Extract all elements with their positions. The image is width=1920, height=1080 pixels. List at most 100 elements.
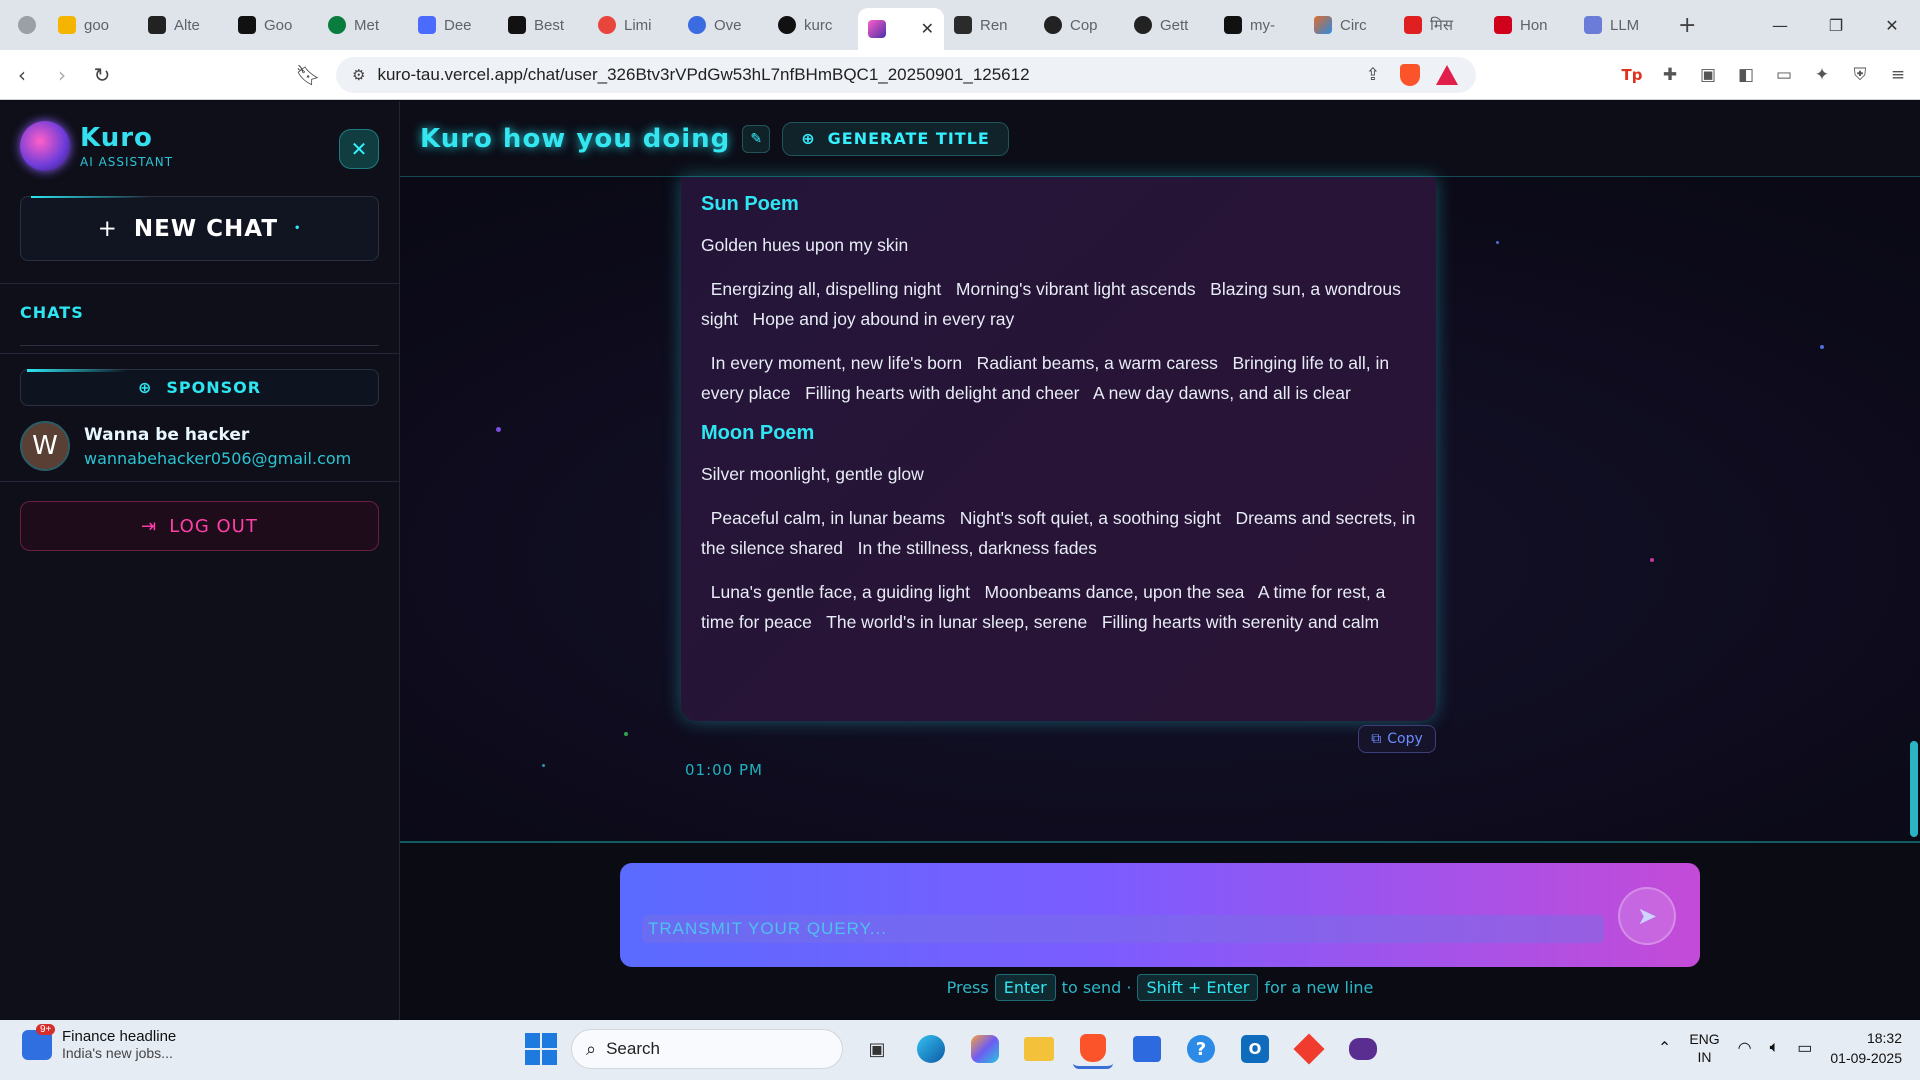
extensions-icon[interactable]: ✚ (1658, 63, 1682, 87)
favicon-icon (1224, 16, 1242, 34)
chat-scrollbar[interactable] (1910, 741, 1918, 837)
browser-tab[interactable]: Best (498, 7, 588, 43)
browser-tab[interactable]: Goo (228, 7, 318, 43)
browser-tab-strip: goo Alte Goo Met Dee Best Limi Ove kurc … (0, 0, 1920, 50)
close-icon: ✕ (350, 137, 368, 161)
edge-icon[interactable] (911, 1029, 951, 1069)
browser-tab-active[interactable]: ✕ (858, 8, 944, 50)
favicon-icon (688, 16, 706, 34)
logout-label: LOG OUT (169, 515, 258, 537)
tab-label: Hon (1520, 16, 1548, 34)
news-subtitle: India's new jobs... (62, 1045, 173, 1061)
browser-profile-icon[interactable] (8, 7, 48, 43)
screenshot-icon[interactable]: ▣ (1696, 63, 1720, 87)
file-explorer-icon[interactable] (1019, 1029, 1059, 1069)
browser-tab[interactable]: Hon (1484, 7, 1574, 43)
start-icon[interactable] (525, 1033, 557, 1065)
browser-tab[interactable]: Ren (944, 7, 1034, 43)
message-timestamp: 01:00 PM (685, 761, 763, 779)
tab-label: Ren (980, 16, 1008, 34)
browser-tab[interactable]: Cop (1034, 7, 1124, 43)
browser-tab[interactable]: Gett (1124, 7, 1214, 43)
close-tab-icon[interactable]: ✕ (921, 19, 934, 39)
chevron-up-icon[interactable]: ⌃ (1658, 1038, 1671, 1058)
sponsor-icon: ⊕ (137, 378, 153, 397)
leo-ai-icon[interactable]: ✦ (1810, 63, 1834, 87)
sun-poem-heading: Sun Poem (701, 193, 799, 215)
browser-tab[interactable]: goo (48, 7, 138, 43)
news-widget[interactable]: 9+ Finance headline India's new jobs... (22, 1023, 177, 1061)
browser-tab[interactable]: Alte (138, 7, 228, 43)
close-sidebar-button[interactable]: ✕ (339, 129, 379, 169)
copy-button[interactable]: ⧉ Copy (1358, 725, 1436, 753)
sparkle-icon: ⊕ (801, 129, 816, 148)
git-icon[interactable] (1289, 1029, 1329, 1069)
brand-subtitle: AI ASSISTANT (80, 155, 174, 169)
new-chat-button[interactable]: + NEW CHAT • (20, 196, 379, 261)
browser-tab[interactable]: kurc (768, 7, 858, 43)
message-input[interactable] (642, 915, 1604, 943)
divider (0, 481, 400, 482)
chat-header: Kuro how you doing ✎ ⊕ GENERATE TITLE (400, 101, 1920, 177)
task-view-icon[interactable]: ▣ (857, 1029, 897, 1069)
wallet-icon[interactable]: ▭ (1772, 63, 1796, 87)
site-settings-icon[interactable]: ⚙ (352, 66, 365, 84)
close-window-icon[interactable]: ✕ (1864, 0, 1920, 50)
favicon-icon (508, 16, 526, 34)
news-title: Finance headline (62, 1028, 177, 1045)
message-paragraph: Luna's gentle face, a guiding light Moon… (701, 582, 1391, 632)
tab-label: मिस (1430, 17, 1453, 34)
bookmark-icon[interactable]: 🔖︎ (290, 57, 326, 93)
taskbar-search[interactable]: ⌕ Search (571, 1029, 843, 1069)
favicon-icon (954, 16, 972, 34)
language-indicator[interactable]: ENG IN (1689, 1030, 1719, 1066)
brave-shield-icon[interactable] (1400, 64, 1420, 86)
youtube-icon (1404, 16, 1422, 34)
browser-tab[interactable]: Circ (1304, 7, 1394, 43)
brave-rewards-icon[interactable] (1436, 65, 1458, 85)
send-button[interactable]: ➤ (1618, 887, 1676, 945)
store-icon[interactable] (1127, 1029, 1167, 1069)
sponsor-button[interactable]: ⊕ SPONSOR (20, 369, 379, 406)
brand: Kuro AI ASSISTANT (20, 121, 173, 171)
browser-tab[interactable]: Dee (408, 7, 498, 43)
menu-icon[interactable]: ≡ (1886, 63, 1910, 87)
favicon-icon (778, 16, 796, 34)
browser-tab[interactable]: LLM (1574, 7, 1664, 43)
browser-tab[interactable]: Ove (678, 7, 768, 43)
app-icon[interactable] (1343, 1029, 1383, 1069)
volume-icon[interactable]: 🔈︎ (1770, 1039, 1780, 1057)
browser-tab[interactable]: Met (318, 7, 408, 43)
star-decoration (624, 732, 628, 736)
minimize-icon[interactable]: — (1752, 0, 1808, 50)
generate-title-button[interactable]: ⊕ GENERATE TITLE (782, 121, 1009, 156)
browser-tab[interactable]: Limi (588, 7, 678, 43)
hint-text: Press (946, 978, 989, 997)
battery-icon[interactable]: ▭ (1797, 1038, 1812, 1058)
reload-icon[interactable]: ↻ (84, 57, 120, 93)
browser-tab[interactable]: मिस (1394, 7, 1484, 43)
extension-tp-icon[interactable]: Tp (1620, 63, 1644, 87)
favicon-icon (328, 16, 346, 34)
restore-icon[interactable]: ❐ (1808, 0, 1864, 50)
send-icon: ➤ (1636, 902, 1658, 930)
outlook-icon[interactable]: O (1235, 1029, 1275, 1069)
vpn-icon[interactable]: ⛨ (1848, 63, 1872, 87)
brave-icon[interactable] (1073, 1029, 1113, 1069)
tab-label: Circ (1340, 16, 1367, 34)
sidebar-toggle-icon[interactable]: ◧ (1734, 63, 1758, 87)
new-tab-icon[interactable]: + (1664, 13, 1710, 38)
edit-title-button[interactable]: ✎ (742, 124, 771, 153)
share-icon[interactable]: ⇪ (1366, 65, 1380, 85)
forward-icon[interactable]: › (44, 57, 80, 93)
help-icon[interactable]: ? (1181, 1029, 1221, 1069)
url-text: kuro-tau.vercel.app/chat/user_326Btv3rVP… (377, 65, 1030, 84)
copilot-icon[interactable] (965, 1029, 1005, 1069)
star-decoration (1650, 558, 1654, 562)
wifi-icon[interactable]: ◠ (1738, 1038, 1752, 1058)
logout-button[interactable]: ⇥ LOG OUT (20, 501, 379, 551)
back-icon[interactable]: ‹ (4, 57, 40, 93)
clock[interactable]: 18:32 01-09-2025 (1830, 1028, 1902, 1068)
browser-tab[interactable]: my- (1214, 7, 1304, 43)
url-field[interactable]: ⚙ kuro-tau.vercel.app/chat/user_326Btv3r… (336, 57, 1476, 93)
